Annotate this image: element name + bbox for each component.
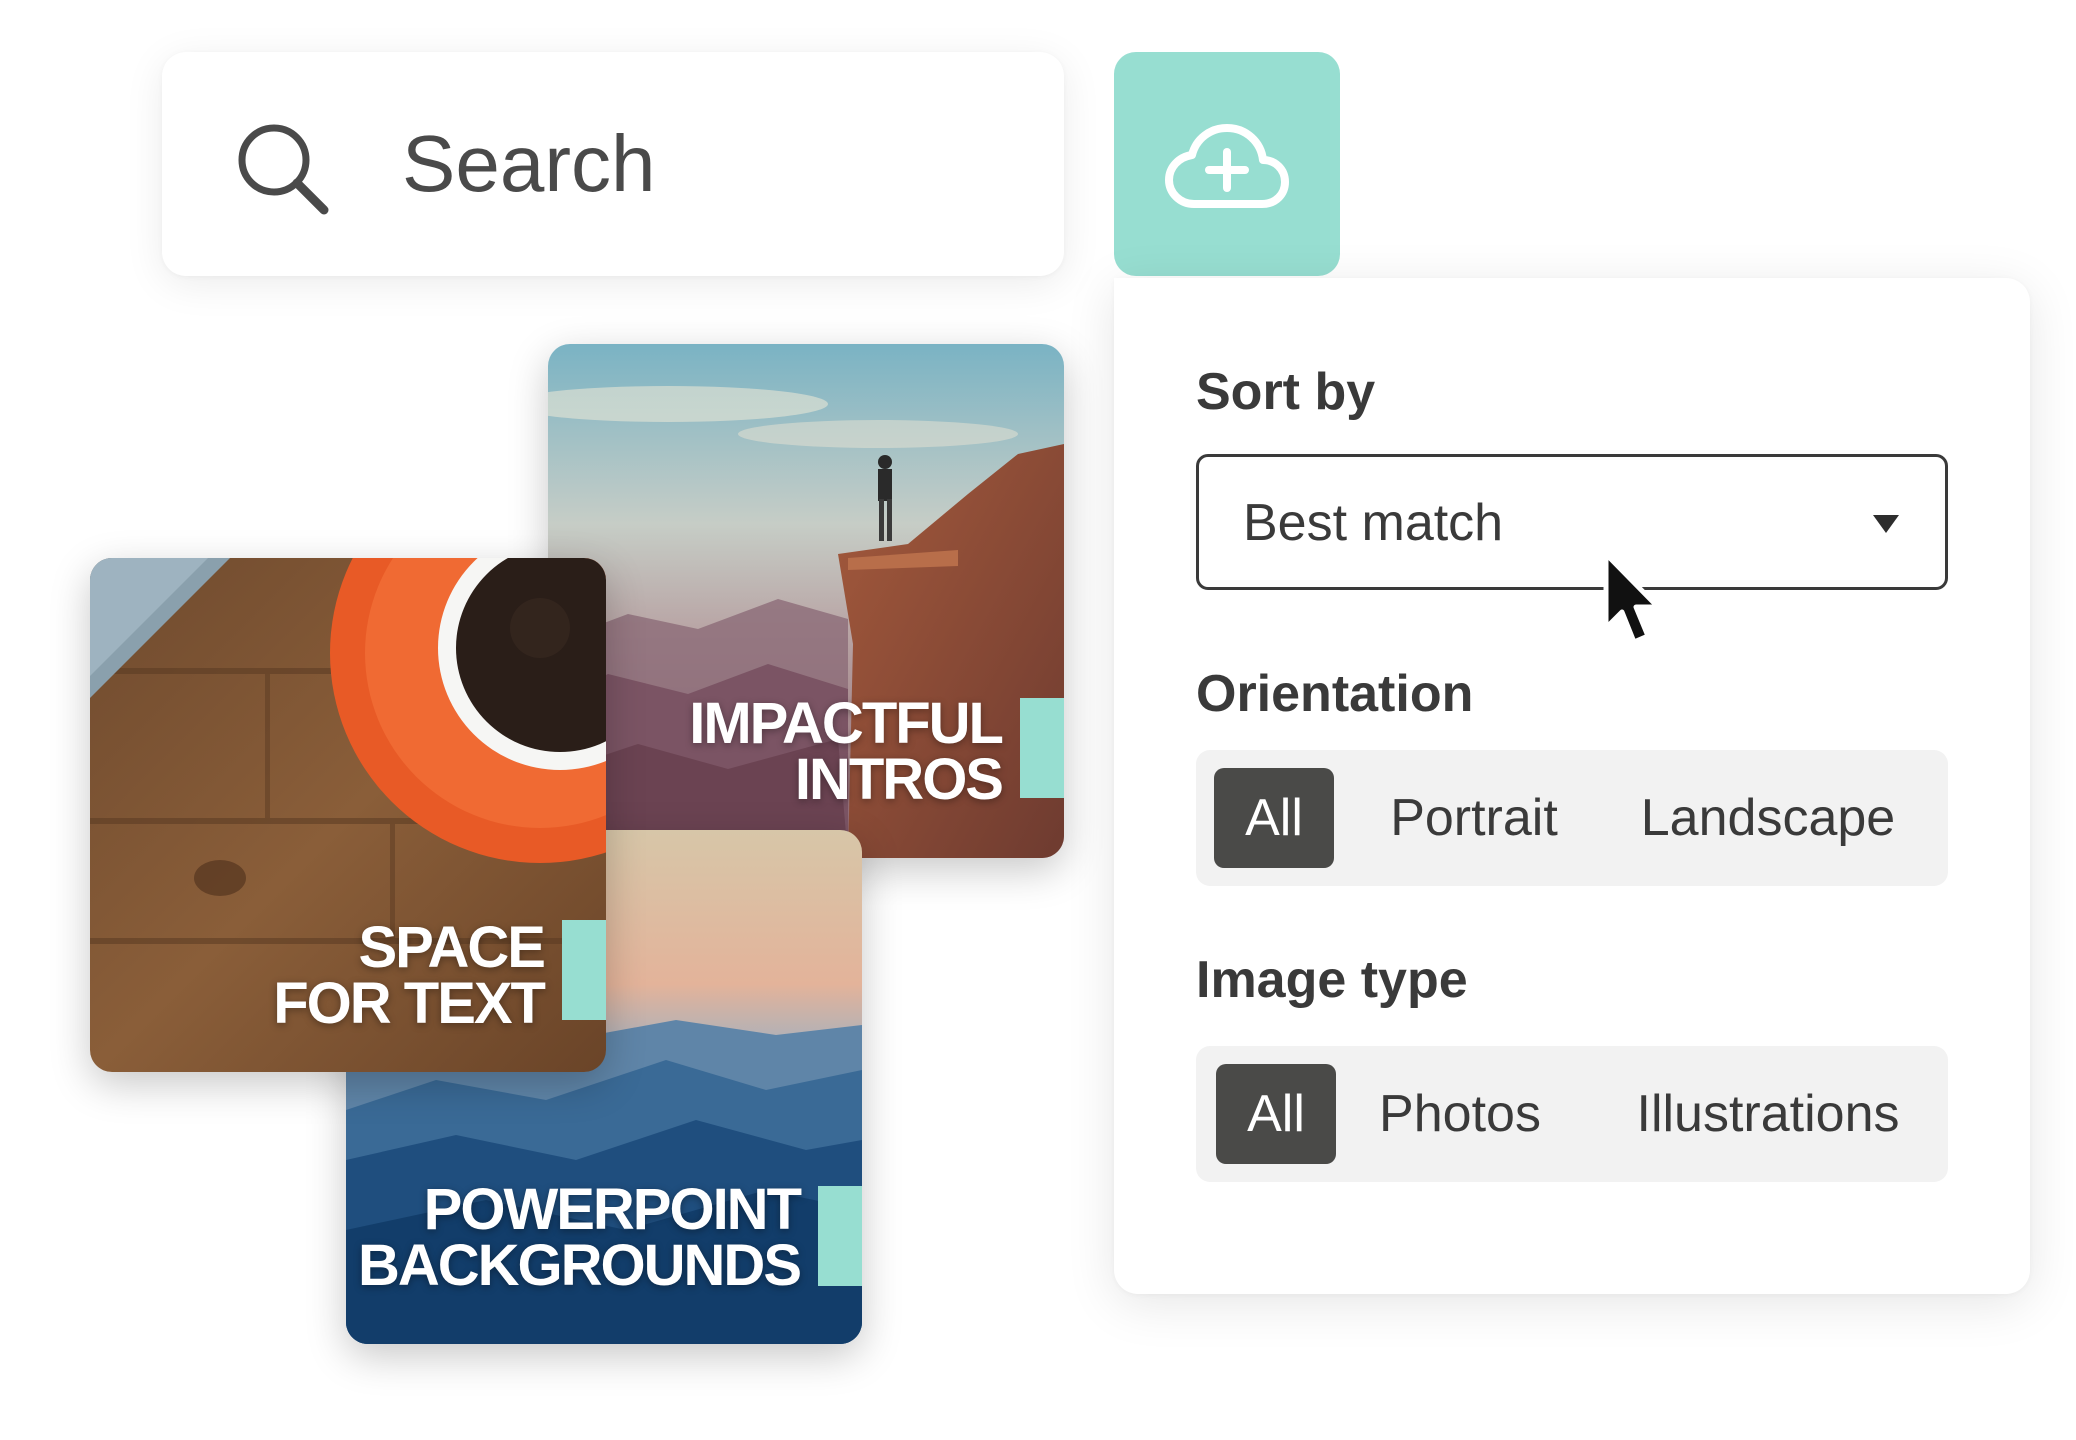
template-card-space-for-text[interactable]: SPACE FOR TEXT: [90, 558, 606, 1072]
orientation-option-portrait[interactable]: Portrait: [1366, 768, 1582, 868]
image-type-label: Image type: [1196, 951, 1468, 1009]
orientation-option-landscape[interactable]: Landscape: [1608, 768, 1928, 868]
image-type-option-photos[interactable]: Photos: [1358, 1064, 1562, 1164]
card-caption: POWERPOINT BACKGROUNDS: [358, 1177, 802, 1298]
card-accent-bar: [1020, 698, 1064, 798]
caret-down-icon: [1873, 515, 1899, 533]
filter-panel: Sort by Best match Orientation All Portr…: [1114, 278, 2030, 1294]
mouse-pointer-icon: [1603, 551, 1661, 645]
image-type-option-all[interactable]: All: [1216, 1064, 1336, 1164]
sort-dropdown[interactable]: Best match: [1196, 454, 1948, 590]
image-type-option-illustrations[interactable]: Illustrations: [1608, 1064, 1928, 1164]
card-accent-bar: [818, 1186, 862, 1286]
upload-button[interactable]: [1114, 52, 1340, 276]
sort-selected-value: Best match: [1243, 494, 1504, 552]
orientation-option-all[interactable]: All: [1214, 768, 1334, 868]
template-card-impactful-intros[interactable]: IMPACTFUL INTROS: [548, 344, 1064, 858]
card-caption: SPACE FOR TEXT: [273, 915, 546, 1036]
image-type-segmented-control: All Photos Illustrations: [1196, 1046, 1948, 1182]
search-icon: [238, 124, 329, 215]
search-bar[interactable]: [162, 52, 1064, 276]
search-input[interactable]: [402, 112, 1022, 216]
sort-by-label: Sort by: [1196, 363, 1376, 421]
card-accent-bar: [562, 920, 606, 1020]
orientation-label: Orientation: [1196, 665, 1474, 723]
orientation-segmented-control: All Portrait Landscape: [1196, 750, 1948, 886]
card-caption: IMPACTFUL INTROS: [689, 691, 1004, 812]
cloud-plus-icon: [1165, 124, 1289, 208]
stage: Sort by Best match Orientation All Portr…: [0, 0, 2076, 1440]
